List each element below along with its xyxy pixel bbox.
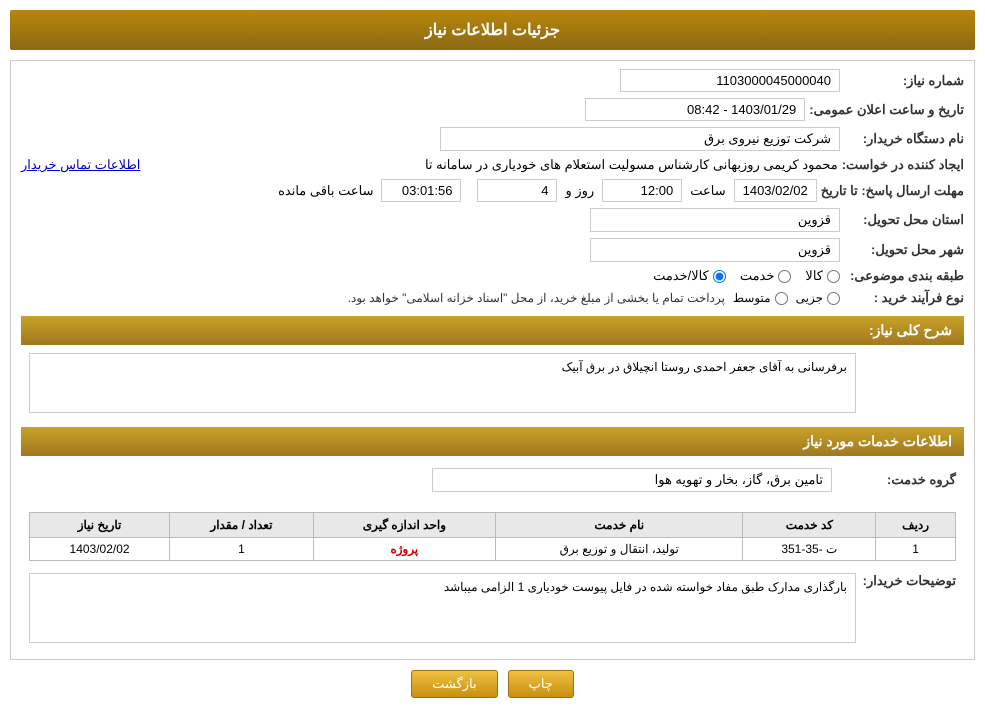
province-row: استان محل تحویل: قزوین (21, 208, 964, 232)
print-button[interactable]: چاپ (508, 670, 574, 698)
announce-date-value: 1403/01/29 - 08:42 (585, 98, 805, 121)
col-service-name: نام خدمت (495, 513, 743, 538)
cell-rowNumber: 1 (876, 538, 956, 561)
back-button[interactable]: بازگشت (411, 670, 497, 698)
creator-label: ایجاد کننده در خواست: (842, 157, 964, 173)
process-row: نوع فرآیند خرید : جزیی متوسط پرداخت تمام… (21, 290, 964, 306)
radio-medium[interactable]: متوسط (733, 291, 788, 305)
buyer-name-row: نام دستگاه خریدار: شرکت توزیع نیروی برق (21, 127, 964, 151)
radio-goods[interactable]: کالا (805, 268, 840, 284)
province-value: قزوین (590, 208, 840, 232)
process-description: پرداخت تمام یا بخشی از مبلغ خرید، از محل… (348, 291, 725, 305)
process-label: نوع فرآیند خرید : (844, 290, 964, 306)
radio-goods-service-input[interactable] (713, 270, 726, 283)
radio-partial[interactable]: جزیی (796, 291, 840, 305)
services-table-wrapper: ردیف کد خدمت نام خدمت واحد اندازه گیری ت… (21, 502, 964, 565)
creator-row: ایجاد کننده در خواست: محمود کریمی روزبها… (21, 157, 964, 173)
need-description-section: شرح کلی نیاز: برفرسانی به آقای جعفر احمد… (21, 316, 964, 421)
category-row: طبقه بندی موضوعی: کالا خدمت کالا/خدمت (21, 268, 964, 284)
table-row: 1ت -35-351تولید، انتقال و توزیع برقپروژه… (30, 538, 956, 561)
radio-goods-input[interactable] (827, 270, 840, 283)
need-number-value: 1103000045000040 (620, 69, 840, 92)
need-description-input[interactable]: برفرسانی به آقای جعفر احمدی روستا انچیلا… (29, 353, 856, 413)
radio-goods-label: کالا (805, 268, 823, 284)
radio-medium-label: متوسط (733, 291, 771, 305)
radio-goods-service[interactable]: کالا/خدمت (653, 268, 726, 284)
need-description-row: برفرسانی به آقای جعفر احمدی روستا انچیلا… (21, 353, 964, 421)
cell-serviceCode: ت -35-351 (743, 538, 876, 561)
radio-service-input[interactable] (778, 270, 791, 283)
services-section: اطلاعات خدمات مورد نیاز گروه خدمت: تامین… (21, 427, 964, 651)
radio-service[interactable]: خدمت (740, 268, 792, 284)
cell-serviceName: تولید، انتقال و توزیع برق (495, 538, 743, 561)
service-group-value: تامین برق، گاز، بخار و تهویه هوا (432, 468, 832, 492)
deadline-remaining: 03:01:56 (381, 179, 461, 202)
deadline-days-label: روز و (565, 183, 594, 199)
buyer-notes-row: توضیحات خریدار: بارگذاری مدارک طبق مفاد … (21, 565, 964, 651)
col-need-date: تاریخ نیاز (30, 513, 170, 538)
services-tbody: 1ت -35-351تولید، انتقال و توزیع برقپروژه… (30, 538, 956, 561)
page-title: جزئیات اطلاعات نیاز (10, 10, 975, 50)
deadline-row: مهلت ارسال پاسخ: تا تاریخ 1403/02/02 ساع… (21, 179, 964, 202)
announce-date-label: تاریخ و ساعت اعلان عمومی: (809, 102, 964, 118)
city-label: شهر محل تحویل: (844, 242, 964, 258)
service-group-label: گروه خدمت: (836, 472, 956, 488)
button-row: چاپ بازگشت (10, 670, 975, 698)
deadline-remaining-label: ساعت باقی مانده (278, 183, 373, 199)
services-header: اطلاعات خدمات مورد نیاز (21, 427, 964, 456)
services-table: ردیف کد خدمت نام خدمت واحد اندازه گیری ت… (29, 512, 956, 561)
creator-value: محمود کریمی روزبهانی کارشناس مسولیت استع… (144, 157, 837, 173)
category-radios: کالا خدمت کالا/خدمت (653, 268, 840, 284)
deadline-date: 1403/02/02 (734, 179, 817, 202)
cell-needDate: 1403/02/02 (30, 538, 170, 561)
buyer-name-label: نام دستگاه خریدار: (844, 131, 964, 147)
buyer-name-value: شرکت توزیع نیروی برق (440, 127, 840, 151)
col-row-number: ردیف (876, 513, 956, 538)
radio-service-label: خدمت (740, 268, 775, 284)
radio-partial-label: جزیی (796, 291, 823, 305)
col-measurement-unit: واحد اندازه گیری (313, 513, 495, 538)
need-number-label: شماره نیاز: (844, 73, 964, 89)
col-quantity: تعداد / مقدار (170, 513, 314, 538)
main-section: شماره نیاز: 1103000045000040 تاریخ و ساع… (10, 60, 975, 660)
radio-goods-service-label: کالا/خدمت (653, 268, 709, 284)
page-wrapper: جزئیات اطلاعات نیاز شماره نیاز: 11030000… (0, 0, 985, 708)
cell-quantity: 1 (170, 538, 314, 561)
buyer-notes-label: توضیحات خریدار: (856, 573, 956, 589)
service-group-row: گروه خدمت: تامین برق، گاز، بخار و تهویه … (21, 464, 964, 496)
announce-date-row: تاریخ و ساعت اعلان عمومی: 1403/01/29 - 0… (21, 98, 964, 121)
process-radios: جزیی متوسط پرداخت تمام یا بخشی از مبلغ خ… (348, 291, 840, 305)
city-value: قزوین (590, 238, 840, 262)
contact-link[interactable]: اطلاعات تماس خریدار (21, 157, 140, 173)
category-label: طبقه بندی موضوعی: (844, 268, 964, 284)
table-header-row: ردیف کد خدمت نام خدمت واحد اندازه گیری ت… (30, 513, 956, 538)
need-number-row: شماره نیاز: 1103000045000040 (21, 69, 964, 92)
deadline-label: مهلت ارسال پاسخ: تا تاریخ (821, 183, 964, 199)
need-description-header: شرح کلی نیاز: (21, 316, 964, 345)
radio-medium-input[interactable] (775, 292, 788, 305)
deadline-time: 12:00 (602, 179, 682, 202)
province-label: استان محل تحویل: (844, 212, 964, 228)
radio-partial-input[interactable] (827, 292, 840, 305)
deadline-days: 4 (477, 179, 557, 202)
buyer-notes-input[interactable]: بارگذاری مدارک طبق مفاد خواسته شده در فا… (29, 573, 856, 643)
cell-measurementUnit: پروژه (313, 538, 495, 561)
col-service-code: کد خدمت (743, 513, 876, 538)
deadline-time-label: ساعت (690, 183, 725, 199)
city-row: شهر محل تحویل: قزوین (21, 238, 964, 262)
